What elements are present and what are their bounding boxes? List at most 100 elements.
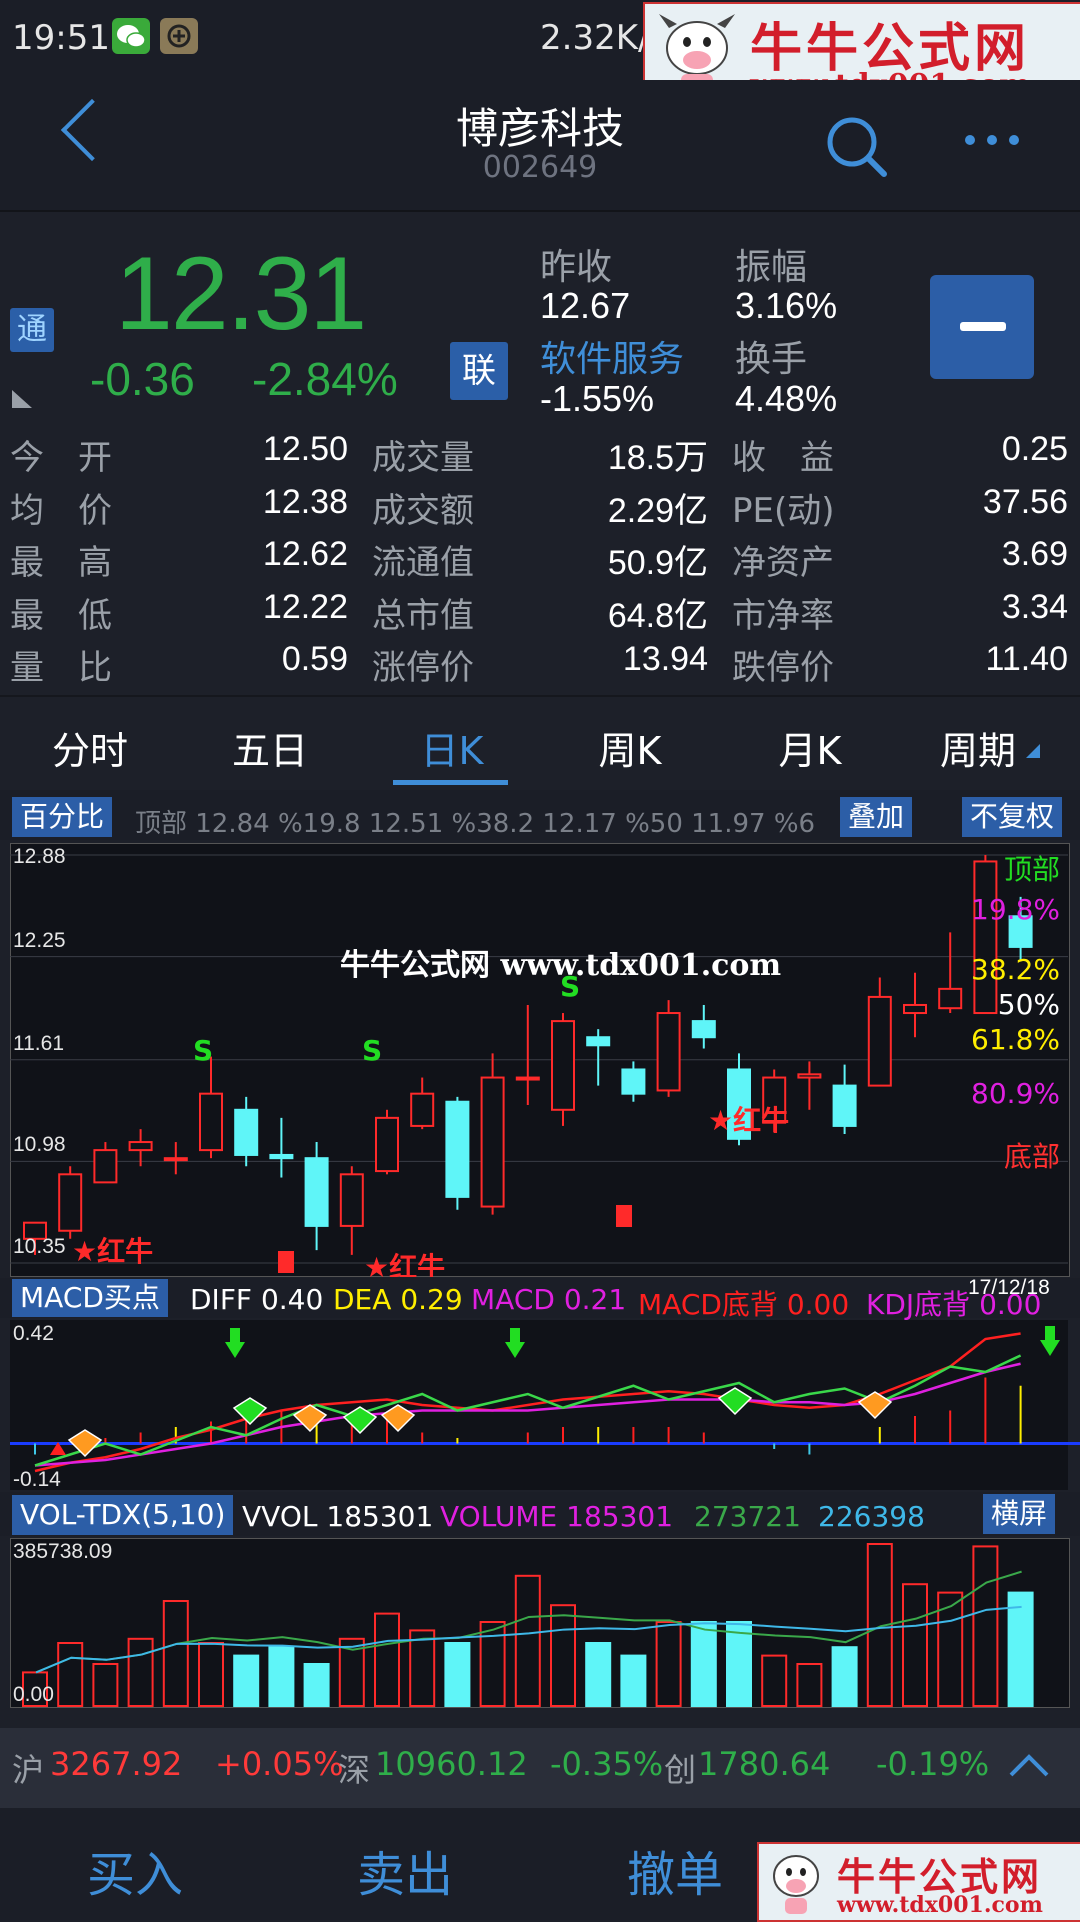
tab-1[interactable]: 五日 [180,720,360,775]
macd-label: MACD [471,1283,555,1316]
buy-button[interactable]: 买入 [35,1835,235,1905]
stat-label: 均 价 [10,490,112,531]
expand-corner-icon[interactable] [10,388,34,410]
vol-indicator-button[interactable]: VOL-TDX(5,10) [12,1495,234,1535]
stat-value: 2.29亿 [607,491,708,530]
stat-label: 量 比 [10,648,112,688]
volume-bar-up [57,1642,84,1708]
macd-chart[interactable] [10,1320,1080,1490]
sz-index-label: 深 [338,1751,371,1789]
search-icon[interactable] [822,112,892,182]
vvol-label: VVOL [242,1500,318,1533]
price-change-pct: -2.84% [252,353,398,405]
tab-0[interactable]: 分时 [0,720,180,775]
volume-bar-down [268,1646,295,1707]
fibonacci-level-label: 61.8% [971,1023,1060,1056]
stat-label: 最 高 [10,543,112,583]
stat-label: 收 益 [732,438,834,478]
percent-button[interactable]: 百分比 [12,797,113,837]
volume-bar-up [92,1663,119,1708]
adjust-button[interactable]: 不复权 [962,797,1063,837]
watermark-overlay: 牛牛公式网 www.tdx001.com [340,948,782,983]
stat-label: 涨停价 [372,648,474,688]
sh-index-change: +0.05% [215,1745,344,1783]
stat-label: 成交量 [372,438,474,478]
candle-up [867,995,892,1087]
turnover-value: 4.48% [735,378,838,419]
vol-y-top: 385738.09 [13,1540,113,1563]
stat-label: 今 开 [10,438,112,478]
volume-bar-down [831,1646,858,1707]
cancel-order-button[interactable]: 撤单 [575,1835,775,1905]
candle-up [903,1003,927,1015]
sell-signal-marker: S [193,1034,213,1067]
macd-signal-gem-icon [717,1387,753,1416]
volume-bar-up [514,1574,541,1708]
volume-bar-up [127,1637,154,1707]
red-bull-marker: ★红牛 [708,1104,789,1137]
overlay-button[interactable]: 叠加 [840,797,913,837]
kline-chart[interactable]: S SS★红牛 ★红牛★红牛 [10,843,1070,1277]
chevron-up-icon[interactable] [1008,1752,1050,1778]
stat-label: PE(动) [732,490,835,531]
volume-bar-up [796,1663,823,1708]
vol-ma5-value: 273721 [694,1500,801,1533]
stat-value: 50.9亿 [607,544,708,582]
stat-value: 12.22 [262,587,348,626]
candle-up [375,1116,399,1173]
candle-up [93,1149,118,1184]
volume-bar-up [972,1545,999,1707]
volume-bar-up [198,1642,224,1708]
macd-indicator-button[interactable]: MACD买点 [12,1279,168,1317]
candle-down [234,1108,259,1156]
more-icon[interactable] [962,130,1022,150]
diff-label: DIFF [190,1283,253,1316]
candle-up [128,1141,153,1152]
fibonacci-level-label: 底部 [1003,1140,1060,1173]
candle-down [691,1020,716,1039]
candle-up [973,860,998,1015]
tab-4[interactable]: 月K [720,720,900,775]
related-badge[interactable]: 联 [450,342,508,400]
current-price: 12.31 [115,236,367,352]
volume-bar-down [444,1642,471,1708]
price-change: -0.36 [90,353,195,405]
stat-label: 流通值 [372,543,474,583]
tab-5[interactable]: 周期 [888,720,1068,775]
sell-button[interactable]: 卖出 [305,1835,505,1905]
sh-index-value: 3267.92 [50,1745,183,1783]
volume-chart[interactable] [10,1538,1070,1708]
stat-value: 12.38 [262,482,348,521]
tab-2[interactable]: 日K [362,720,542,775]
macd-sell-arrow-icon [225,1328,245,1358]
kline-y-tick: 12.88 [13,845,66,868]
red-bull-marker: ★红牛 [364,1251,445,1277]
shanghai-connect-badge[interactable]: 通 [10,308,54,352]
watermark-url: www.tdx001.com [837,1892,1043,1918]
wechat-icon [112,18,150,54]
volume-bar-down [303,1663,330,1708]
buy-signal-marker [616,1205,632,1227]
volume-bar-down [726,1621,752,1707]
kline-y-tick: 11.61 [13,1031,64,1055]
landscape-button[interactable]: 横屏 [983,1494,1056,1534]
tab-3[interactable]: 周K [540,720,720,775]
volume-bar-up [902,1583,928,1707]
dea-label: DEA [333,1283,392,1316]
candle-up [410,1092,435,1127]
candle-up [163,1157,188,1162]
sector-link[interactable]: 软件服务 [540,330,684,382]
kdj-divergence-label: KDJ底背 [866,1288,971,1321]
volume-bar-down [620,1654,647,1707]
candle-up [656,1012,681,1092]
sell-signal-marker: S [362,1034,382,1067]
app-notification-icon [160,18,198,54]
stat-label: 总市值 [372,595,474,636]
stat-value: 3.34 [1001,587,1068,626]
fibonacci-level-label: 80.9% [971,1077,1060,1110]
sz-index-change: -0.35% [550,1745,664,1783]
stat-value: 37.56 [982,482,1068,521]
volume-bar-down [233,1654,260,1707]
dea-value: 0.29 [400,1283,463,1316]
stat-value: 18.5万 [607,439,708,477]
